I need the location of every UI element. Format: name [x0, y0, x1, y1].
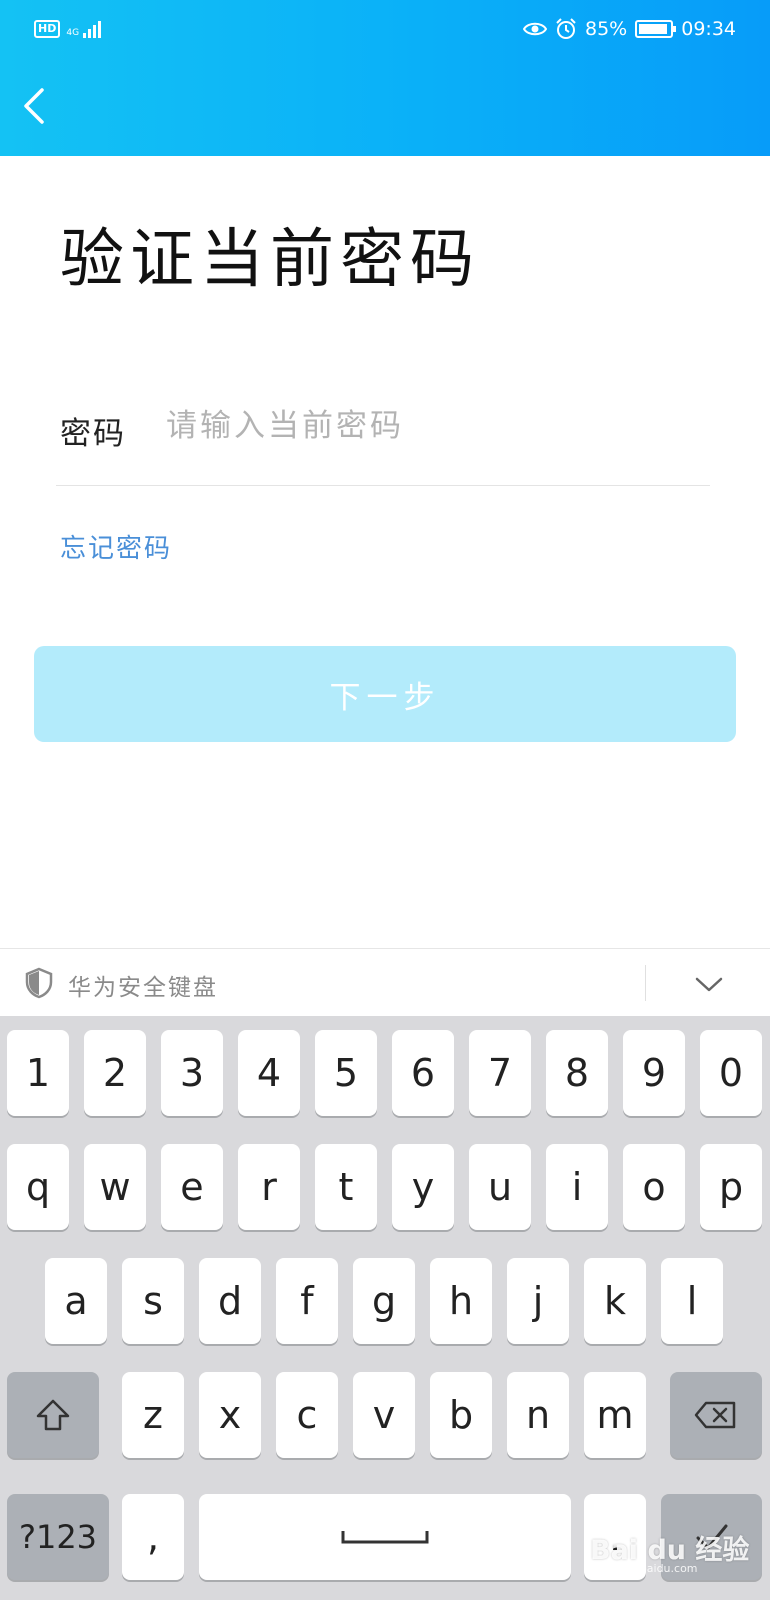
key-q[interactable]: q	[7, 1144, 69, 1230]
hd-badge: HD	[34, 20, 61, 38]
key-o[interactable]: o	[623, 1144, 685, 1230]
key-r[interactable]: r	[238, 1144, 300, 1230]
key-f[interactable]: f	[276, 1258, 338, 1344]
key-u[interactable]: u	[469, 1144, 531, 1230]
alarm-icon	[556, 18, 576, 39]
key-s[interactable]: s	[122, 1258, 184, 1344]
baidu-watermark-url: jingyan.baidu.com	[596, 1562, 698, 1575]
key-l[interactable]: l	[661, 1258, 723, 1344]
key-y[interactable]: y	[392, 1144, 454, 1230]
key-k[interactable]: k	[584, 1258, 646, 1344]
keyboard-toolbar: 华为安全键盘	[0, 948, 770, 1016]
back-chevron-icon[interactable]	[14, 84, 58, 128]
keyboard: 1 2 3 4 5 6 7 8 9 0 q w e r t y u i o p …	[0, 1016, 770, 1600]
keyboard-title: 华为安全键盘	[68, 975, 218, 1001]
key-3[interactable]: 3	[161, 1030, 223, 1116]
page-title: 验证当前密码	[60, 223, 480, 297]
password-input[interactable]	[166, 400, 706, 452]
status-left: HD 4G	[34, 20, 102, 38]
clock: 09:34	[681, 18, 736, 40]
backspace-key[interactable]	[670, 1372, 762, 1458]
status-right: 85% 09:34	[523, 18, 736, 40]
key-a[interactable]: a	[45, 1258, 107, 1344]
key-g[interactable]: g	[353, 1258, 415, 1344]
key-2[interactable]: 2	[84, 1030, 146, 1116]
key-6[interactable]: 6	[392, 1030, 454, 1116]
key-5[interactable]: 5	[315, 1030, 377, 1116]
password-label: 密码	[60, 416, 126, 452]
keyboard-toolbar-divider	[645, 965, 646, 1001]
battery-percent: 85%	[585, 18, 628, 40]
shift-key[interactable]	[7, 1372, 99, 1458]
next-step-button[interactable]: 下一步	[34, 646, 736, 742]
key-c[interactable]: c	[276, 1372, 338, 1458]
forgot-password-link[interactable]: 忘记密码	[60, 528, 172, 565]
key-8[interactable]: 8	[546, 1030, 608, 1116]
comma-key[interactable]: ,	[122, 1494, 184, 1580]
key-1[interactable]: 1	[7, 1030, 69, 1116]
space-key[interactable]	[199, 1494, 571, 1580]
eye-comfort-icon	[523, 22, 547, 36]
input-divider	[56, 485, 710, 486]
key-9[interactable]: 9	[623, 1030, 685, 1116]
key-x[interactable]: x	[199, 1372, 261, 1458]
key-7[interactable]: 7	[469, 1030, 531, 1116]
shift-arrow-icon	[36, 1399, 70, 1431]
key-d[interactable]: d	[199, 1258, 261, 1344]
key-e[interactable]: e	[161, 1144, 223, 1230]
symbols-key[interactable]: ?123	[7, 1494, 109, 1580]
key-w[interactable]: w	[84, 1144, 146, 1230]
status-bar: HD 4G 85% 09:34	[0, 0, 770, 62]
key-p[interactable]: p	[700, 1144, 762, 1230]
key-b[interactable]: b	[430, 1372, 492, 1458]
network-type: 4G	[66, 27, 80, 38]
backspace-icon	[694, 1401, 736, 1429]
shield-icon	[25, 967, 53, 999]
signal-icon: 4G	[66, 20, 102, 38]
chevron-down-icon[interactable]	[692, 967, 726, 1001]
key-0[interactable]: 0	[700, 1030, 762, 1116]
key-i[interactable]: i	[546, 1144, 608, 1230]
key-j[interactable]: j	[507, 1258, 569, 1344]
key-4[interactable]: 4	[238, 1030, 300, 1116]
key-z[interactable]: z	[122, 1372, 184, 1458]
app-header: HD 4G 85% 09:34	[0, 0, 770, 156]
key-m[interactable]: m	[584, 1372, 646, 1458]
key-h[interactable]: h	[430, 1258, 492, 1344]
key-n[interactable]: n	[507, 1372, 569, 1458]
space-bar-icon	[341, 1531, 429, 1544]
battery-icon	[635, 20, 677, 38]
key-t[interactable]: t	[315, 1144, 377, 1230]
key-v[interactable]: v	[353, 1372, 415, 1458]
